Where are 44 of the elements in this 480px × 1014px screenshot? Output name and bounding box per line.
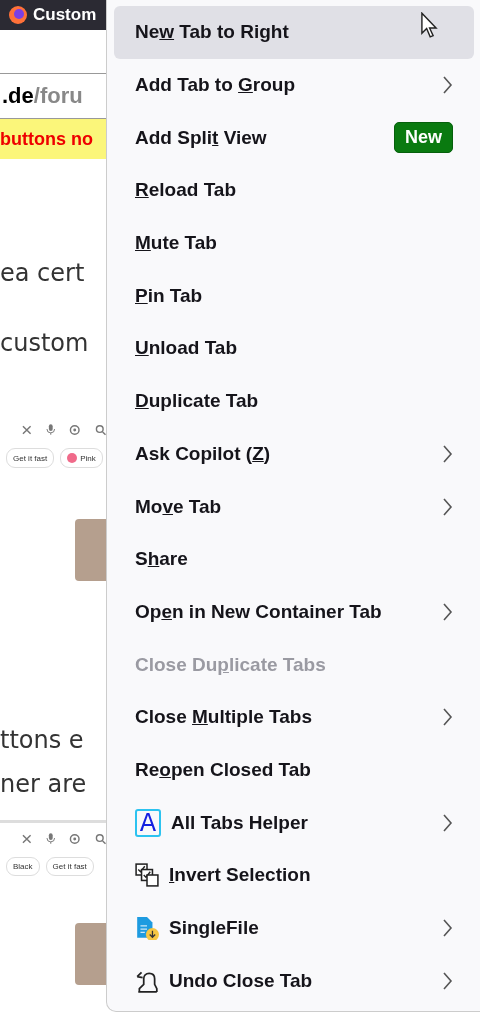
menu-item[interactable]: Share [114, 532, 474, 586]
camera-icon [69, 833, 81, 845]
article-text: ner are [0, 769, 88, 800]
search-icon [94, 424, 106, 436]
article-text: ea cert [0, 258, 86, 289]
menu-item[interactable]: Add Split View New [114, 111, 474, 165]
close-icon [22, 834, 32, 844]
article-text: ttons e [0, 725, 85, 756]
filter-chip[interactable]: Pink [60, 448, 103, 468]
close-icon [22, 425, 32, 435]
article-text: custom [0, 328, 90, 359]
menu-item[interactable]: Reload Tab [114, 164, 474, 217]
mouse-pointer-icon [420, 12, 438, 38]
menu-item[interactable]: Close Multiple Tabs [114, 690, 474, 744]
menu-item[interactable]: Ask Copilot (Z) [114, 427, 474, 481]
filter-chip[interactable]: Black [6, 857, 40, 876]
menu-item[interactable]: New Tab to Right [114, 6, 474, 59]
new-badge: New [394, 122, 453, 154]
search-icon [94, 833, 106, 845]
filter-chip[interactable]: Get it fast [45, 857, 94, 876]
menu-item[interactable]: Mute Tab [114, 216, 474, 270]
notice-text: buttons no [0, 128, 93, 150]
menu-item[interactable]: Add Tab to Group [114, 58, 474, 112]
menu-item[interactable]: Reopen Closed Tab [114, 743, 474, 797]
menu-item[interactable]: Duplicate Tab [114, 374, 474, 428]
photo-placeholder [75, 519, 106, 581]
menu-item[interactable]: A All Tabs Helper [114, 796, 474, 849]
microphone-icon [45, 833, 56, 845]
menu-item[interactable]: SingleFile [114, 901, 474, 955]
browser-logo-icon [8, 5, 28, 25]
camera-icon [69, 424, 81, 436]
menu-item[interactable]: Open in New Container Tab [114, 585, 474, 639]
checkboxes-icon [135, 863, 159, 888]
tab-title[interactable]: Custom [33, 5, 97, 25]
menu-item[interactable]: Unload Tab [114, 322, 474, 375]
menu-item[interactable]: Invert Selection [114, 849, 474, 902]
filter-chip[interactable]: Get it fast [6, 448, 55, 468]
photo-placeholder [75, 923, 106, 985]
letter-logo-icon: A [135, 808, 161, 837]
menu-item[interactable]: Pin Tab [114, 269, 474, 323]
menu-item[interactable]: Undo Close Tab [114, 954, 474, 1008]
microphone-icon [45, 424, 56, 436]
menu-item[interactable]: Move Tab [114, 480, 474, 533]
file-download-icon [135, 916, 159, 941]
